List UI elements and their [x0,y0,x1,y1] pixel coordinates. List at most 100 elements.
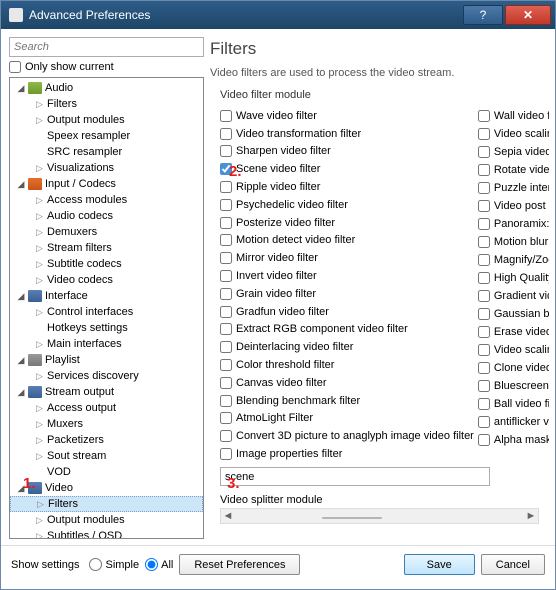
radio-all-input[interactable] [145,558,158,571]
filter-checkbox[interactable] [478,110,490,122]
preferences-tree[interactable]: ◢Audio ▷Filters ▷Output modules Speex re… [9,77,204,539]
scroll-thumb[interactable] [322,517,382,519]
filter-checkbox[interactable] [478,308,490,320]
filter-row[interactable]: Canvas video filter [220,374,474,392]
filter-row[interactable]: Color threshold filter [220,356,474,374]
tree-item[interactable]: ▷Main interfaces [10,336,203,352]
expand-icon[interactable]: ▷ [36,339,44,350]
tree-item[interactable]: ▷Access output [10,400,203,416]
tree-interface[interactable]: ◢Interface [10,288,203,304]
filter-checkbox[interactable] [478,398,490,410]
expand-icon[interactable]: ▷ [36,99,44,110]
tree-item[interactable]: ▷Visualizations [10,160,203,176]
collapse-icon[interactable]: ◢ [16,83,26,94]
filter-checkbox[interactable] [478,254,490,266]
tree-item[interactable]: ▷Subtitles / OSD [10,528,203,539]
filter-row[interactable]: Motion detect video filter [220,232,474,250]
filter-checkbox[interactable] [220,145,232,157]
expand-icon[interactable]: ▷ [36,451,44,462]
collapse-icon[interactable]: ◢ [16,387,26,398]
expand-icon[interactable]: ▷ [36,435,44,446]
filter-row[interactable]: Sharpen video filter [220,143,474,161]
expand-icon[interactable]: ▷ [36,227,44,238]
scroll-right-icon[interactable]: ► [524,510,538,522]
radio-simple[interactable]: Simple [89,558,139,571]
tree-item[interactable]: ▷Muxers [10,416,203,432]
tree-item[interactable]: VOD [10,464,203,480]
filter-checkbox[interactable] [220,323,232,335]
filter-row[interactable]: Image properties filter [220,445,474,463]
filter-row[interactable]: Gradfun video filter [220,303,474,321]
filter-row[interactable]: Blending benchmark filter [220,392,474,410]
help-button[interactable]: ? [463,5,503,25]
filter-row[interactable]: High Quality 3D D [478,269,549,287]
filter-row[interactable]: Ball video filter [478,395,549,413]
tree-item[interactable]: ▷Services discovery [10,368,203,384]
filter-checkbox[interactable] [478,128,490,140]
collapse-icon[interactable]: ◢ [16,483,26,494]
expand-icon[interactable]: ▷ [36,515,44,526]
search-input[interactable] [9,37,204,57]
filter-row[interactable]: Magnify/Zoom in [478,251,549,269]
filter-row[interactable]: Puzzle interactiv [478,179,549,197]
filter-row[interactable]: AtmoLight Filter [220,410,474,428]
filter-checkbox[interactable] [220,430,232,442]
tree-item[interactable]: SRC resampler [10,144,203,160]
filter-row[interactable]: Posterize video filter [220,214,474,232]
filter-checkbox[interactable] [220,128,232,140]
filter-checkbox[interactable] [478,200,490,212]
tree-item[interactable]: ▷Stream filters [10,240,203,256]
collapse-icon[interactable]: ◢ [16,179,26,190]
expand-icon[interactable]: ▷ [36,163,44,174]
filter-checkbox[interactable] [478,416,490,428]
filter-row[interactable]: Motion blur filter [478,233,549,251]
filter-row[interactable]: Psychedelic video filter [220,196,474,214]
filter-row[interactable]: Gaussian blur vid [478,305,549,323]
tree-stream-output[interactable]: ◢Stream output [10,384,203,400]
expand-icon[interactable]: ▷ [36,259,44,270]
filter-checkbox[interactable] [478,344,490,356]
expand-icon[interactable]: ▷ [36,243,44,254]
filter-checkbox[interactable] [478,326,490,338]
tree-item[interactable]: Speex resampler [10,128,203,144]
filter-checkbox[interactable] [220,217,232,229]
filter-row[interactable]: Scene video filter [220,160,474,178]
filter-row[interactable]: Alpha mask video [478,431,549,449]
collapse-icon[interactable]: ◢ [16,291,26,302]
filter-row[interactable]: Video scaling filt [478,341,549,359]
horizontal-scrollbar[interactable]: ◄ ► [220,508,539,524]
expand-icon[interactable]: ▷ [36,307,44,318]
close-button[interactable]: ✕ [505,5,551,25]
filter-row[interactable]: antiflicker video f [478,413,549,431]
expand-icon[interactable]: ▷ [36,403,44,414]
filter-row[interactable]: Rotate video filte [478,161,549,179]
expand-icon[interactable]: ▷ [36,211,44,222]
tree-item[interactable]: ▷Output modules [10,512,203,528]
scroll-left-icon[interactable]: ◄ [221,510,235,522]
filter-row[interactable]: Gradient video fil [478,287,549,305]
filter-row[interactable]: Video scaling filt [478,125,549,143]
filter-row[interactable]: Extract RGB component video filter [220,321,474,339]
filter-checkbox[interactable] [220,306,232,318]
tree-item[interactable]: ▷Access modules [10,192,203,208]
filter-row[interactable]: Wave video filter [220,107,474,125]
filter-checkbox[interactable] [478,164,490,176]
filter-checkbox[interactable] [478,182,490,194]
filter-checkbox[interactable] [220,252,232,264]
expand-icon[interactable]: ▷ [36,419,44,430]
video-filter-text-input[interactable] [220,467,490,486]
filter-checkbox[interactable] [478,380,490,392]
filter-row[interactable]: Grain video filter [220,285,474,303]
filter-checkbox[interactable] [220,199,232,211]
tree-item[interactable]: ▷Subtitle codecs [10,256,203,272]
filter-checkbox[interactable] [220,270,232,282]
save-button[interactable]: Save [404,554,475,575]
tree-item[interactable]: ▷Video codecs [10,272,203,288]
tree-item[interactable]: Hotkeys settings [10,320,203,336]
filter-row[interactable]: Ripple video filter [220,178,474,196]
filter-checkbox[interactable] [220,341,232,353]
filter-checkbox[interactable] [478,272,490,284]
filter-row[interactable]: Video transformation filter [220,125,474,143]
filter-checkbox[interactable] [220,163,232,175]
expand-icon[interactable]: ▷ [37,499,45,510]
